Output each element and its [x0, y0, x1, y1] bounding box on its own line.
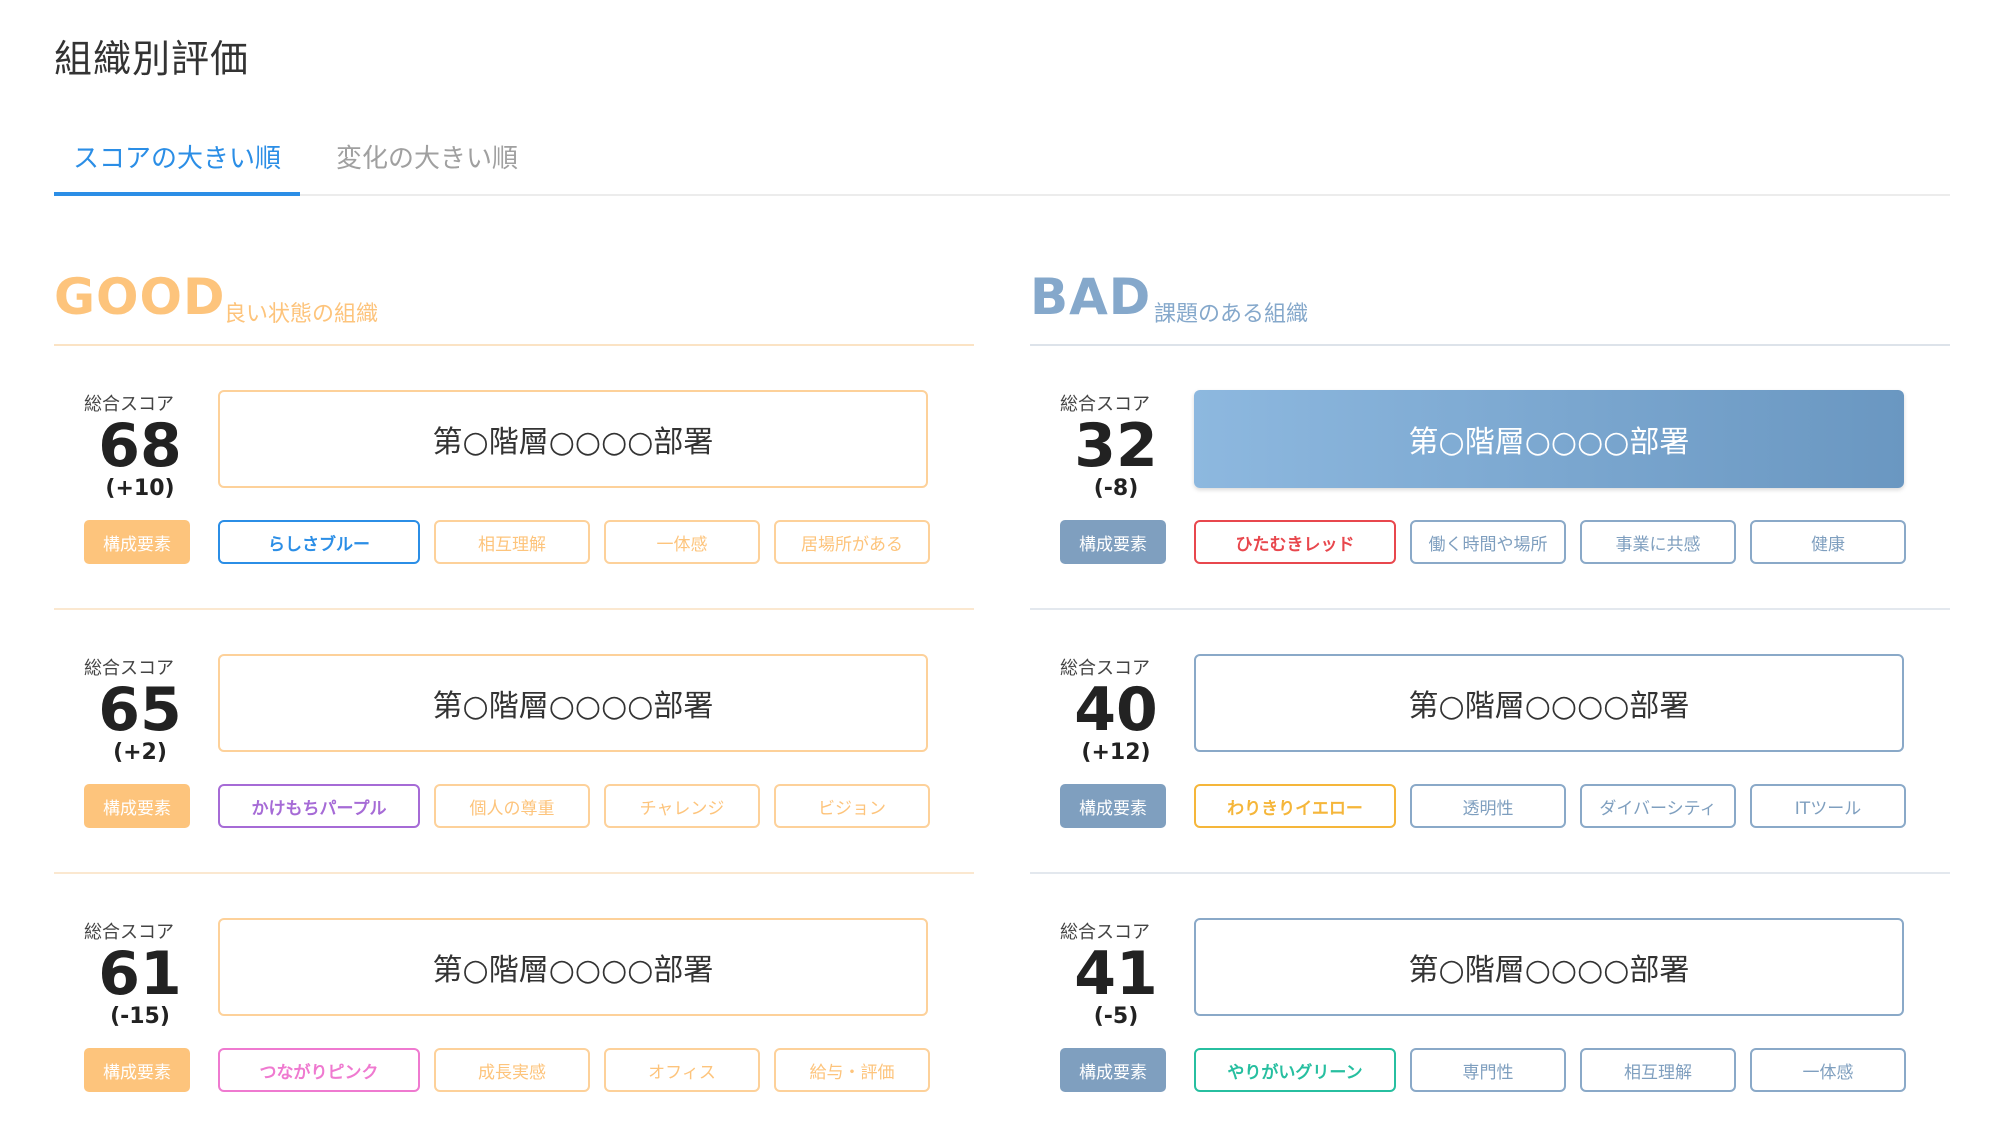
score-delta: (+2) — [113, 740, 167, 765]
component-tag[interactable]: 一体感 — [604, 520, 760, 564]
component-tag[interactable]: 個人の尊重 — [434, 784, 590, 828]
tab-change-order[interactable]: 変化の大きい順 — [336, 138, 518, 192]
primary-type-tag[interactable]: かけもちパープル — [218, 784, 420, 828]
sort-tabs: スコアの大きい順 変化の大きい順 — [54, 128, 1950, 196]
component-tag[interactable]: オフィス — [604, 1048, 760, 1092]
department-button[interactable]: 第○階層○○○○部署 — [218, 654, 928, 752]
component-tag[interactable]: 事業に共感 — [1580, 520, 1736, 564]
component-badge: 構成要素 — [1060, 520, 1166, 564]
component-tag[interactable]: チャレンジ — [604, 784, 760, 828]
component-tag[interactable]: 一体感 — [1750, 1048, 1906, 1092]
total-score-value: 41 — [1074, 939, 1158, 1009]
component-tag[interactable]: 居場所がある — [774, 520, 930, 564]
total-score-value: 61 — [98, 939, 182, 1009]
component-tag[interactable]: 給与・評価 — [774, 1048, 930, 1092]
primary-type-tag[interactable]: つながりピンク — [218, 1048, 420, 1092]
primary-type-tag[interactable]: やりがいグリーン — [1194, 1048, 1396, 1092]
score-delta: (-5) — [1093, 1004, 1139, 1029]
tab-score-order[interactable]: スコアの大きい順 — [54, 138, 300, 196]
org-card: 総合スコア 41 (-5) 第○階層○○○○部署 構成要素 やりがいグリーン 専… — [1030, 874, 1950, 1136]
score-delta: (+12) — [1081, 740, 1151, 765]
score-delta: (-15) — [110, 1004, 170, 1029]
component-tag[interactable]: 相互理解 — [1580, 1048, 1736, 1092]
good-title: GOOD — [54, 268, 226, 326]
total-score-value: 68 — [98, 411, 182, 481]
primary-type-tag[interactable]: らしさブルー — [218, 520, 420, 564]
component-tag[interactable]: ビジョン — [774, 784, 930, 828]
department-button[interactable]: 第○階層○○○○部署 — [1194, 654, 1904, 752]
component-tag[interactable]: ダイバーシティ — [1580, 784, 1736, 828]
org-card: 総合スコア 40 (+12) 第○階層○○○○部署 構成要素 わりきりイエロー … — [1030, 610, 1950, 874]
total-score-value: 32 — [1074, 411, 1158, 481]
component-badge: 構成要素 — [84, 784, 190, 828]
component-tag[interactable]: 働く時間や場所 — [1410, 520, 1566, 564]
component-badge: 構成要素 — [84, 520, 190, 564]
department-button[interactable]: 第○階層○○○○部署 — [1194, 390, 1904, 488]
component-tag[interactable]: 健康 — [1750, 520, 1906, 564]
bad-subtitle: 課題のある組織 — [1154, 302, 1309, 327]
component-badge: 構成要素 — [84, 1048, 190, 1092]
department-button[interactable]: 第○階層○○○○部署 — [218, 918, 928, 1016]
total-score-value: 40 — [1074, 675, 1158, 745]
org-card: 総合スコア 61 (-15) 第○階層○○○○部署 構成要素 つながりピンク 成… — [54, 874, 974, 1136]
org-card: 総合スコア 32 (-8) 第○階層○○○○部署 構成要素 ひたむきレッド 働く… — [1030, 346, 1950, 610]
component-tag[interactable]: 相互理解 — [434, 520, 590, 564]
good-header: GOOD 良い状態の組織 — [54, 266, 974, 346]
department-button[interactable]: 第○階層○○○○部署 — [1194, 918, 1904, 1016]
component-tag[interactable]: 成長実感 — [434, 1048, 590, 1092]
component-tag[interactable]: ITツール — [1750, 784, 1906, 828]
primary-type-tag[interactable]: わりきりイエロー — [1194, 784, 1396, 828]
bad-title: BAD — [1030, 268, 1152, 326]
component-tag[interactable]: 専門性 — [1410, 1048, 1566, 1092]
org-card: 総合スコア 65 (+2) 第○階層○○○○部署 構成要素 かけもちパープル 個… — [54, 610, 974, 874]
page-title: 組織別評価 — [54, 37, 250, 81]
component-badge: 構成要素 — [1060, 784, 1166, 828]
primary-type-tag[interactable]: ひたむきレッド — [1194, 520, 1396, 564]
bad-column: BAD 課題のある組織 総合スコア 32 (-8) 第○階層○○○○部署 構成要… — [1030, 266, 1950, 1136]
score-delta: (+10) — [105, 476, 175, 501]
total-score-value: 65 — [98, 675, 182, 745]
good-subtitle: 良い状態の組織 — [224, 302, 379, 327]
score-delta: (-8) — [1093, 476, 1139, 501]
department-button[interactable]: 第○階層○○○○部署 — [218, 390, 928, 488]
bad-header: BAD 課題のある組織 — [1030, 266, 1950, 346]
good-column: GOOD 良い状態の組織 総合スコア 68 (+10) 第○階層○○○○部署 構… — [54, 266, 974, 1136]
org-card: 総合スコア 68 (+10) 第○階層○○○○部署 構成要素 らしさブルー 相互… — [54, 346, 974, 610]
component-tag[interactable]: 透明性 — [1410, 784, 1566, 828]
component-badge: 構成要素 — [1060, 1048, 1166, 1092]
